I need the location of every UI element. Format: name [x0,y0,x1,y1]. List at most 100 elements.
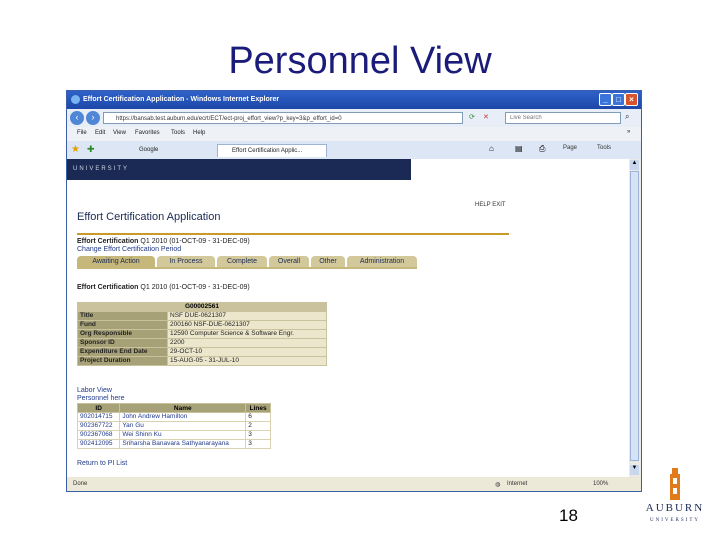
tab-overall[interactable]: Overall [269,256,309,267]
tab-other[interactable]: Other [311,256,345,267]
detail-row: Title NSF DUE-0621307 [77,311,327,321]
window-title: Effort Certification Application - Windo… [83,96,280,103]
print-icon[interactable]: ⎙ [539,144,545,154]
detail-row: Org Responsible 12590 Computer Science & … [77,329,327,339]
person-id[interactable]: 902014715 [76,412,121,422]
menu-view[interactable]: View [113,130,126,136]
home-icon[interactable]: ⌂ [489,144,494,153]
detail-value: NSF DUE-0621307 [167,311,327,321]
person-name[interactable]: John Andrew Hamilton [119,412,247,422]
auburn-logo: AUBURN UNIVERSITY [640,468,710,530]
tools-menu[interactable]: Tools [597,145,611,151]
search-input[interactable] [505,112,621,124]
detail-row: Fund 200160 NSF-DUE-0621307 [77,320,327,330]
detail-row: Project Duration 15-AUG-05 - 31-JUL-10 [77,356,327,366]
banner-text: UNIVERSITY [73,166,130,172]
detail-key: Title [77,311,168,321]
cert-heading: Effort Certification Q1 2010 (01-OCT-09 … [77,284,250,291]
menu-tools[interactable]: Tools [171,130,185,136]
table-row: 902412095 Sriharsha Banavara Sathyanaray… [76,439,271,449]
col-id: ID [76,403,121,413]
person-lines: 3 [245,430,271,440]
table-row: 902014715 John Andrew Hamilton 6 [76,412,271,422]
close-button[interactable]: × [625,93,638,106]
table-row: 902367722 Yan Gu 2 [76,421,271,431]
slide-title: Personnel View [228,40,492,82]
web-page: UNIVERSITY HELP EXIT Effort Certificatio… [67,159,629,477]
cert-heading-label: Effort Certification [77,284,139,291]
tower-icon [670,468,680,500]
cert-heading-value: Q1 2010 (01-OCT-09 - 31-DEC-09) [140,284,250,291]
logo-word: AUBURN [645,502,705,514]
scroll-down-icon[interactable]: ▼ [630,465,639,475]
tab-complete[interactable]: Complete [217,256,267,267]
person-name[interactable]: Wei Shinn Ku [119,430,247,440]
person-id[interactable]: 902412095 [76,439,121,449]
maximize-button[interactable]: □ [612,93,625,106]
tab-awaiting-action[interactable]: Awaiting Action [77,256,155,267]
detail-key: Expenditure End Date [77,347,168,357]
chevron-right-icon[interactable]: » [627,129,630,135]
person-lines: 2 [245,421,271,431]
address-bar[interactable]: https://bansab.test.auburn.edu/ecrt/ECT/… [103,112,463,124]
menu-favorites[interactable]: Favorites [135,130,160,136]
title-bar: Effort Certification Application - Windo… [67,91,641,109]
person-name[interactable]: Sriharsha Banavara Sathyanarayana [119,439,247,449]
detail-row: Sponsor ID 2200 [77,338,327,348]
labor-view-link[interactable]: Labor View [77,387,112,394]
grant-id: G00002561 [77,302,327,312]
detail-key: Fund [77,320,168,330]
detail-value: 12590 Computer Science & Software Engr. [167,329,327,339]
ie-logo-icon [71,95,80,104]
person-id[interactable]: 902367068 [76,430,121,440]
app-title: Effort Certification Application [77,211,221,223]
back-button[interactable]: ‹ [70,111,84,125]
logo-subtitle: UNIVERSITY [650,518,700,523]
forward-button[interactable]: › [86,111,100,125]
status-zoom[interactable]: 100% [593,481,608,487]
person-name[interactable]: Yan Gu [119,421,247,431]
personnel-link[interactable]: Personnel here [77,395,124,402]
stop-icon[interactable]: ✕ [483,113,489,121]
page-menu[interactable]: Page [563,145,577,151]
globe-icon: ◍ [495,482,501,488]
person-id[interactable]: 902367722 [76,421,121,431]
menu-file[interactable]: File [77,130,87,136]
vertical-scrollbar[interactable]: ▲ ▼ [629,159,641,477]
menu-help[interactable]: Help [193,130,205,136]
detail-value: 29-OCT-10 [167,347,327,357]
favorites-star-icon[interactable]: ★ [71,144,80,155]
detail-value: 2200 [167,338,327,348]
col-name: Name [119,403,247,413]
detail-value: 200160 NSF-DUE-0621307 [167,320,327,330]
tab-administration[interactable]: Administration [347,256,417,267]
person-lines: 3 [245,439,271,449]
search-icon[interactable]: ⌕ [625,112,629,122]
col-lines: Lines [245,403,271,413]
detail-value: 15-AUG-05 - 31-JUL-10 [167,356,327,366]
tab-effort-certification[interactable]: Effort Certification Applic... [217,144,327,157]
tab-google[interactable]: Google [125,144,211,157]
tab-bar: ★ ✚ Google Effort Certification Applic..… [67,141,641,160]
return-link[interactable]: Return to PI List [77,460,127,467]
change-period-link[interactable]: Change Effort Certification Period [77,246,181,253]
refresh-icon[interactable]: ⟳ [469,113,475,121]
personnel-table: ID Name Lines 902014715 John Andrew Hami… [76,403,271,449]
tab-effort-label: Effort Certification Applic... [232,148,303,154]
minimize-button[interactable]: _ [599,93,612,106]
tab-google-label: Google [139,147,159,153]
tab-underline [77,267,417,269]
help-exit-links[interactable]: HELP EXIT [475,202,506,208]
scroll-up-icon[interactable]: ▲ [630,160,639,170]
scroll-thumb[interactable] [630,171,639,461]
grant-details-table: G00002561 Title NSF DUE-0621307 Fund 20016… [77,302,327,366]
add-favorite-icon[interactable]: ✚ [87,144,95,155]
status-text: Done [73,481,88,487]
tab-in-process[interactable]: In Process [157,256,215,267]
feeds-icon[interactable]: ▤ [515,144,523,153]
slide-number: 18 [559,506,578,525]
status-zone: Internet [507,481,528,487]
menu-edit[interactable]: Edit [95,130,105,136]
detail-key: Sponsor ID [77,338,168,348]
detail-key: Org Responsible [77,329,168,339]
